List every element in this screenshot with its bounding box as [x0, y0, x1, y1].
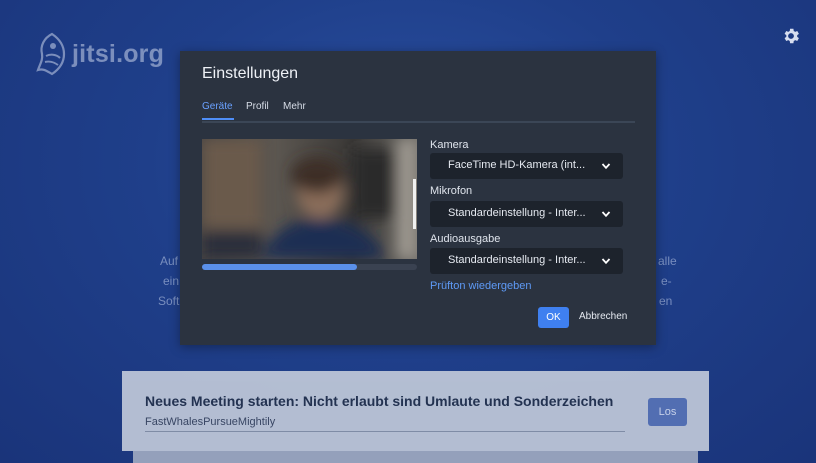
jitsi-logo[interactable]: jitsi.org: [36, 32, 164, 76]
dialog-title: Einstellungen: [202, 65, 299, 82]
background-text-fragment: Soft: [158, 294, 180, 308]
settings-tabs: Geräte Profil Mehr: [202, 101, 635, 123]
audio-output-select[interactable]: Standardeinstellung - Inter...: [430, 248, 623, 274]
microphone-label: Mikrofon: [430, 185, 473, 197]
background-text-fragment: en: [659, 294, 673, 308]
jitsi-logo-icon: [36, 32, 66, 76]
gear-icon[interactable]: [781, 26, 801, 46]
camera-label: Kamera: [430, 139, 469, 151]
background-text-fragment: Auf: [160, 254, 179, 268]
tab-devices[interactable]: Geräte: [202, 101, 233, 112]
play-test-sound-link[interactable]: Prüfton wiedergeben: [430, 280, 532, 292]
tab-profile[interactable]: Profil: [246, 101, 269, 112]
background-text-fragment: ein: [163, 274, 180, 288]
audio-level-meter: [202, 264, 417, 270]
microphone-select-value: Standardeinstellung - Inter...: [448, 207, 586, 219]
ok-button[interactable]: OK: [538, 307, 569, 328]
camera-select-value: FaceTime HD-Kamera (int...: [448, 159, 586, 171]
audio-output-select-value: Standardeinstellung - Inter...: [448, 254, 586, 266]
go-button[interactable]: Los: [648, 398, 687, 426]
room-name-input[interactable]: FastWhalesPursueMightily: [145, 416, 625, 432]
background-text-fragment: alle: [658, 254, 677, 268]
new-meeting-panel: Neues Meeting starten: Nicht erlaubt sin…: [122, 371, 709, 451]
tab-more[interactable]: Mehr: [283, 101, 306, 112]
microphone-select[interactable]: Standardeinstellung - Inter...: [430, 201, 623, 227]
audio-output-label: Audioausgabe: [430, 233, 501, 245]
camera-preview-image: [202, 139, 417, 259]
background-text-fragment: e-: [661, 274, 672, 288]
chevron-down-icon: [601, 211, 611, 218]
audio-level-fill: [202, 264, 357, 270]
camera-preview: [202, 139, 417, 259]
settings-dialog: Einstellungen Geräte Profil Mehr Kamera …: [180, 51, 656, 345]
logo-text: jitsi.org: [72, 39, 165, 68]
camera-select[interactable]: FaceTime HD-Kamera (int...: [430, 153, 623, 179]
chevron-down-icon: [601, 163, 611, 170]
cancel-button[interactable]: Abbrechen: [579, 311, 627, 322]
meeting-panel-footer: [133, 451, 698, 463]
chevron-down-icon: [601, 258, 611, 265]
active-tab-indicator: [202, 118, 234, 120]
new-meeting-title: Neues Meeting starten: Nicht erlaubt sin…: [145, 393, 614, 409]
